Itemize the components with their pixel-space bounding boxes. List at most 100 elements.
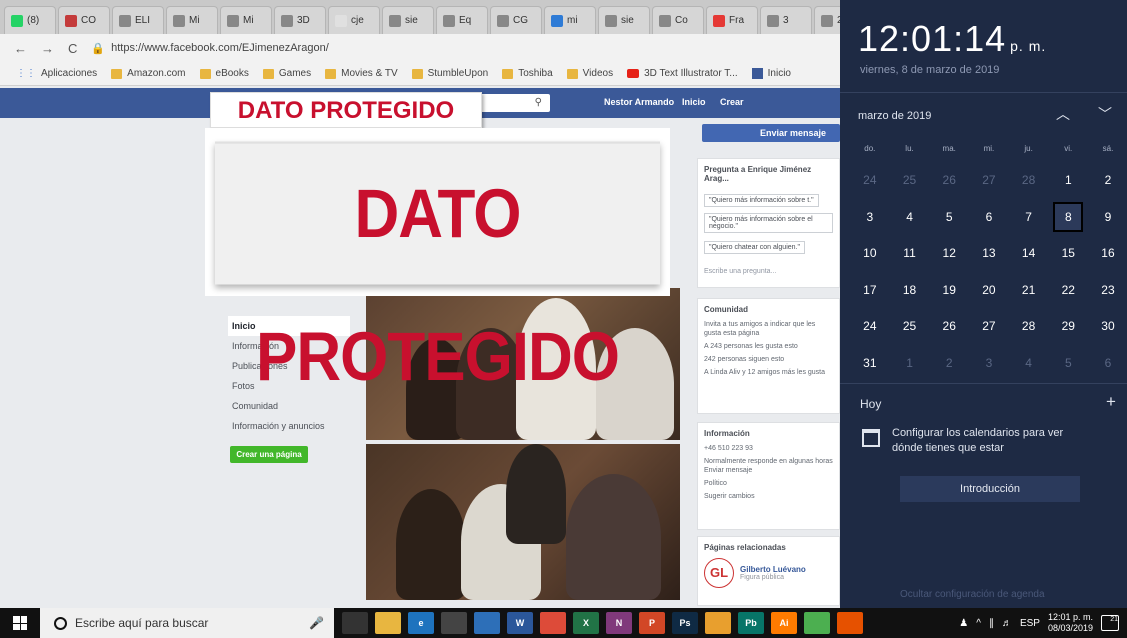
- action-center-icon[interactable]: 21: [1101, 615, 1119, 631]
- calendar-day[interactable]: 27: [969, 308, 1009, 345]
- ask-input[interactable]: Escribe una pregunta...: [704, 267, 833, 276]
- calendar-day[interactable]: 28: [1009, 162, 1049, 199]
- nav-inicio[interactable]: Inicio: [682, 97, 706, 107]
- category-line[interactable]: Político: [704, 479, 833, 488]
- onenote-icon[interactable]: N: [606, 612, 632, 634]
- browser-tab[interactable]: 3: [760, 6, 812, 34]
- calendar-day[interactable]: 2: [1088, 162, 1127, 199]
- bookmark-item[interactable]: StumbleUpon: [411, 68, 488, 79]
- microphone-icon[interactable]: 🎤: [309, 616, 324, 630]
- browser-tab[interactable]: Mi: [166, 6, 218, 34]
- calendar-day[interactable]: 24: [850, 308, 890, 345]
- hide-agenda-link[interactable]: Ocultar configuración de agenda: [900, 589, 1045, 600]
- chrome-icon[interactable]: [540, 612, 566, 634]
- word-icon[interactable]: W: [507, 612, 533, 634]
- mail-icon[interactable]: [474, 612, 500, 634]
- powerpoint-icon[interactable]: P: [639, 612, 665, 634]
- community-line[interactable]: Invita a tus amigos a indicar que les gu…: [704, 320, 833, 338]
- lightbox-icon[interactable]: [705, 612, 731, 634]
- calendar-day[interactable]: 15: [1048, 235, 1088, 272]
- calendar-day[interactable]: 24: [850, 162, 890, 199]
- related-page-name[interactable]: Gilberto Luévano: [740, 565, 806, 574]
- taskbar-search[interactable]: Escribe aquí para buscar 🎤: [40, 608, 334, 638]
- bookmark-item[interactable]: Inicio: [751, 68, 791, 79]
- browser-tab[interactable]: mi: [544, 6, 596, 34]
- profile-name[interactable]: Nestor Armando: [604, 97, 674, 107]
- calendar-day[interactable]: 12: [929, 235, 969, 272]
- edge-icon[interactable]: e: [408, 612, 434, 634]
- calendar-day[interactable]: 6: [1088, 345, 1127, 382]
- calendar-day[interactable]: 1: [1048, 162, 1088, 199]
- browser-tab[interactable]: Mi: [220, 6, 272, 34]
- calendar-day[interactable]: 4: [890, 199, 930, 236]
- calendar-day[interactable]: 30: [1088, 308, 1127, 345]
- chevron-up-icon[interactable]: ︿: [1056, 104, 1070, 124]
- calendar-day[interactable]: 10: [850, 235, 890, 272]
- ask-option-3[interactable]: "Quiero chatear con alguien.": [704, 241, 805, 254]
- calendar-day[interactable]: 1: [890, 345, 930, 382]
- intro-button[interactable]: Introducción: [900, 476, 1080, 502]
- bookmark-item[interactable]: Movies & TV: [325, 68, 398, 79]
- calendar-day[interactable]: 18: [890, 272, 930, 309]
- bookmark-item[interactable]: 3D Text Illustrator T...: [627, 68, 738, 79]
- calendar-day[interactable]: 25: [890, 308, 930, 345]
- taskbar-clock[interactable]: 12:01 p. m. 08/03/2019: [1048, 612, 1093, 634]
- calendar-day[interactable]: 7: [1009, 199, 1049, 236]
- calendar-day[interactable]: 21: [1009, 272, 1049, 309]
- post-photo-2[interactable]: [366, 444, 680, 600]
- speaker-icon[interactable]: ♬: [1002, 618, 1012, 629]
- calendar-day[interactable]: 3: [969, 345, 1009, 382]
- create-page-button[interactable]: Crear una página: [230, 446, 308, 463]
- chevron-up-icon[interactable]: ^: [976, 618, 981, 629]
- file-explorer-icon[interactable]: [375, 612, 401, 634]
- browser-tab[interactable]: CO: [58, 6, 110, 34]
- calendar-day[interactable]: 17: [850, 272, 890, 309]
- excel-icon[interactable]: X: [573, 612, 599, 634]
- calendar-day[interactable]: 5: [929, 199, 969, 236]
- network-icon[interactable]: ∥: [989, 618, 994, 629]
- store-icon[interactable]: [441, 612, 467, 634]
- calendar-day[interactable]: 11: [890, 235, 930, 272]
- bookmark-item[interactable]: eBooks: [199, 68, 249, 79]
- browser-tab[interactable]: cje: [328, 6, 380, 34]
- app-green-icon[interactable]: [804, 612, 830, 634]
- calendar-day[interactable]: 29: [1048, 308, 1088, 345]
- browser-tab[interactable]: sie: [382, 6, 434, 34]
- url-field[interactable]: 🔒 https://www.facebook.com/EJimenezArago…: [91, 42, 328, 55]
- calendar-day[interactable]: 19: [929, 272, 969, 309]
- send-message-button[interactable]: Enviar mensaje: [702, 124, 840, 142]
- people-icon[interactable]: ♟: [959, 618, 968, 629]
- browser-tab[interactable]: Eq: [436, 6, 488, 34]
- browser-tab[interactable]: ELI: [112, 6, 164, 34]
- browser-tab[interactable]: Fra: [706, 6, 758, 34]
- bookmark-item[interactable]: ⋮⋮ Aplicaciones: [16, 68, 97, 79]
- photoshop-icon[interactable]: Ps: [672, 612, 698, 634]
- calendar-day-today[interactable]: 8: [1053, 201, 1084, 232]
- illustrator-icon[interactable]: Ai: [771, 612, 797, 634]
- calendar-day[interactable]: 23: [1088, 272, 1127, 309]
- calendar-day[interactable]: 2: [929, 345, 969, 382]
- browser-tab[interactable]: sie: [598, 6, 650, 34]
- chevron-down-icon[interactable]: ﹀: [1098, 104, 1112, 124]
- calendar-day[interactable]: 13: [969, 235, 1009, 272]
- ask-option-2[interactable]: "Quiero más información sobre el negocio…: [704, 213, 833, 233]
- calendar-day[interactable]: 31: [850, 345, 890, 382]
- reload-icon[interactable]: C: [68, 41, 77, 56]
- calendar-day[interactable]: 14: [1009, 235, 1049, 272]
- calendar-day[interactable]: 25: [890, 162, 930, 199]
- bookmark-item[interactable]: Games: [262, 68, 311, 79]
- calendar-day[interactable]: 16: [1088, 235, 1127, 272]
- bookmark-item[interactable]: Videos: [566, 68, 613, 79]
- nav-crear[interactable]: Crear: [720, 97, 744, 107]
- calendar-day[interactable]: 22: [1048, 272, 1088, 309]
- add-event-icon[interactable]: +: [1106, 392, 1116, 412]
- calendar-day[interactable]: 28: [1009, 308, 1049, 345]
- ask-option-1[interactable]: "Quiero más información sobre t.": [704, 194, 819, 207]
- browser-tab[interactable]: 3D: [274, 6, 326, 34]
- facebook-search-input[interactable]: ⚲: [470, 94, 550, 112]
- full-date[interactable]: viernes, 8 de marzo de 2019: [860, 64, 999, 76]
- calendar-day[interactable]: 9: [1088, 199, 1127, 236]
- task-view-icon[interactable]: [342, 612, 368, 634]
- back-arrow-icon[interactable]: ←: [14, 41, 27, 56]
- language-indicator[interactable]: ESP: [1020, 618, 1040, 629]
